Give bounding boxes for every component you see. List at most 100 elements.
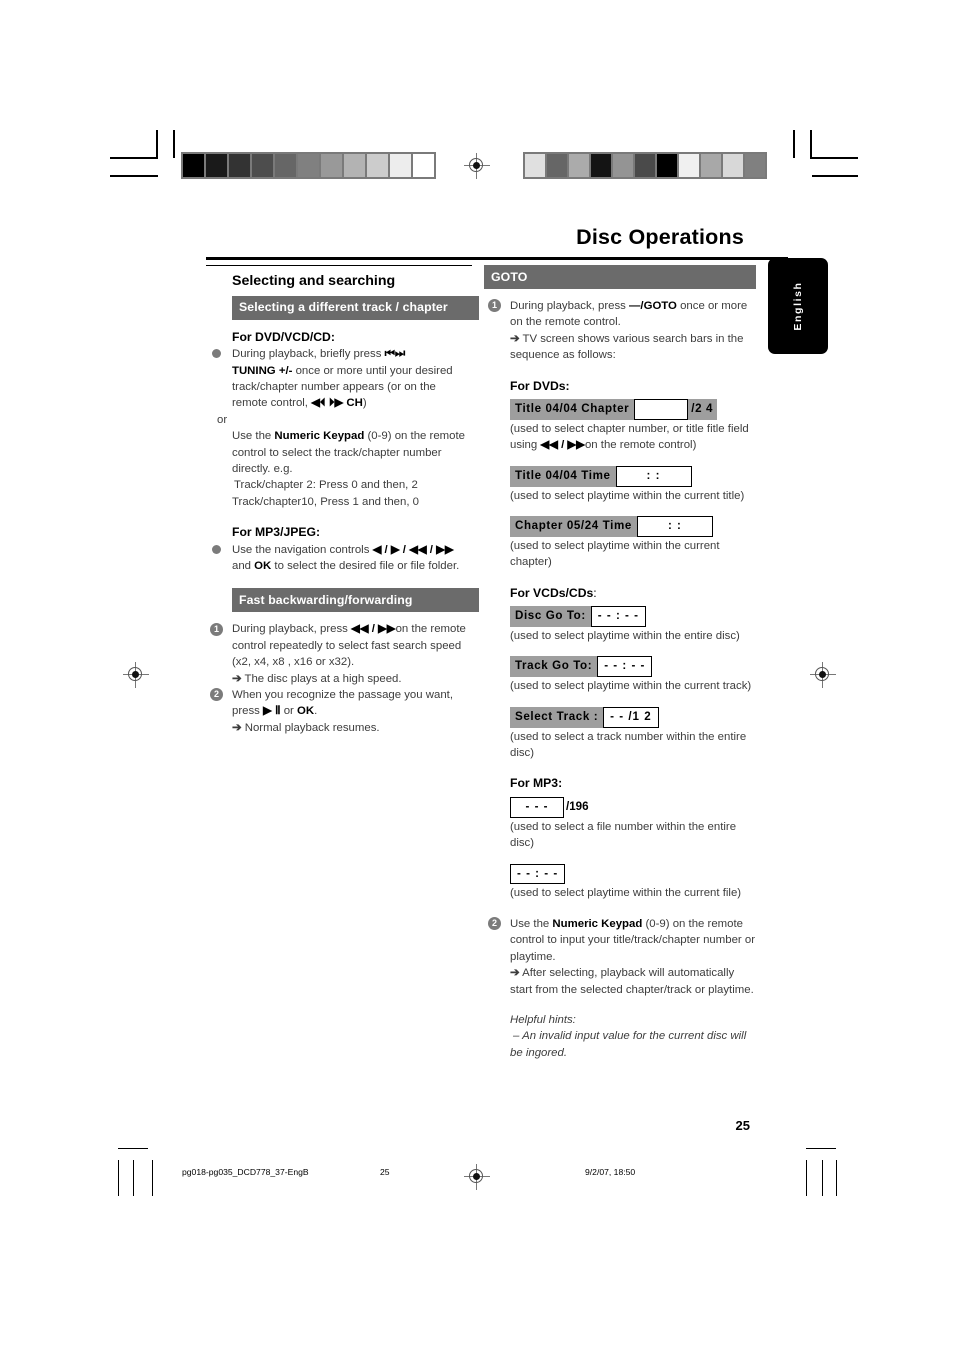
osd-total-chapters: /2 4 <box>688 398 718 420</box>
mp3-instruction-post: to select the desired file or file folde… <box>271 559 460 572</box>
fast-step2-mid: or <box>280 705 298 718</box>
dvd-instruction-lead: During playback, briefly press <box>232 348 385 361</box>
color-swatch-4 <box>275 154 296 177</box>
osd-input-mp3-time[interactable]: - - : - - <box>510 863 566 885</box>
osd-label-track-goto: Track Go To: <box>510 656 598 678</box>
hints-dash: – <box>513 1030 520 1043</box>
osd-note-select-track: (used to select a track number within th… <box>510 730 747 760</box>
fast-result-1: The disc plays at a high speed. <box>244 672 402 685</box>
language-tab-label: English <box>792 281 804 331</box>
step2-pre: Use the <box>510 917 553 930</box>
osd-input-disc-goto[interactable]: - - : - - <box>590 606 646 627</box>
fast-step1-pre: During playback, press <box>232 623 352 636</box>
color-swatch-8 <box>701 154 721 177</box>
osd-bar-disc-goto: Disc Go To: - - : - - <box>510 604 756 628</box>
color-swatch-1 <box>206 154 227 177</box>
goto-key-label: —/GOTO <box>629 299 677 312</box>
color-swatch-8 <box>367 154 388 177</box>
osd-bar-title-time: Title 04/04 Time : : <box>510 464 756 488</box>
osd-bar-mp3-time: - - : - - <box>510 862 756 886</box>
osd-total-mp3-files: /196 <box>566 800 589 814</box>
osd-input-track-goto[interactable]: - - : - - <box>597 656 653 678</box>
prev-next-track-icon: ⏮⏭ <box>384 348 406 361</box>
helpful-hints-block: Helpful hints: – An invalid input value … <box>510 1012 756 1061</box>
arrow-icon: ➔ <box>232 721 242 734</box>
osd-input-select-track[interactable]: - - /1 2 <box>603 706 659 728</box>
registration-mark-top <box>464 153 490 179</box>
osd-input-chapter[interactable] <box>634 398 689 420</box>
color-swatch-3 <box>252 154 273 177</box>
step2-result: After selecting, playback will automatic… <box>510 967 754 996</box>
goto-step1-pre: During playback, press <box>510 299 630 312</box>
footer-timestamp: 9/2/07, 18:50 <box>585 1167 636 1177</box>
fast-search-icon: ◀◀ / ▶▶ <box>540 439 585 452</box>
section-title-selecting-and-searching: Selecting and searching <box>232 273 396 290</box>
osd-input-title-time[interactable]: : : <box>615 465 692 487</box>
arrow-icon: ➔ <box>510 332 520 345</box>
subhead-for-mp3-jpeg: For MP3/JPEG: <box>232 525 321 540</box>
fast-search-icon: ◀◀ / ▶▶ <box>351 623 396 636</box>
color-swatch-10 <box>745 154 765 177</box>
dvd-or-connector: or <box>217 413 228 426</box>
list-item: 2 When you recognize the passage you wan… <box>206 687 472 736</box>
step-number-2-icon: 2 <box>210 688 223 702</box>
osd-label-select-track: Select Track : <box>510 706 604 728</box>
navigation-arrows-icon: ◀ / ▶ / ◀◀ / ▶▶ <box>372 543 454 556</box>
osd-bar-title-chapter: Title 04/04 Chapter /2 4 <box>510 397 756 421</box>
color-swatch-5 <box>635 154 655 177</box>
osd-bar-mp3-file: - - - /196 <box>510 795 756 819</box>
color-swatch-7 <box>679 154 699 177</box>
fast-result-2: Normal playback resumes. <box>244 721 380 734</box>
play-pause-icon: ▶ Ⅱ <box>263 705 281 718</box>
osd-label-chapter-time: Chapter 05/24 Time <box>510 515 637 537</box>
subsection-bar-goto: GOTO <box>484 265 756 289</box>
osd-bar-chapter-time: Chapter 05/24 Time : : <box>510 514 756 538</box>
subsection-bar-selecting-track-chapter: Selecting a different track / chapter <box>232 295 479 320</box>
registration-mark-right <box>810 662 836 688</box>
dvd-example-2: Track/chapter10, Press 1 and then, 0 <box>232 495 419 508</box>
color-calibration-bar-left <box>181 152 436 179</box>
color-swatch-0 <box>183 154 204 177</box>
osd-note-disc-goto: (used to select playtime within the enti… <box>510 630 740 642</box>
list-item: Use the navigation controls ◀ / ▶ / ◀◀ /… <box>206 542 472 575</box>
step-number-1-icon: 1 <box>210 622 223 636</box>
color-swatch-0 <box>525 154 545 177</box>
color-swatch-2 <box>569 154 589 177</box>
color-calibration-bar-right <box>523 152 767 179</box>
goto-result-1: TV screen shows various search bars in t… <box>510 332 744 362</box>
osd-label-title-time: Title 04/04 Time <box>510 465 616 487</box>
keypad-instruction-pre: Use the <box>232 430 275 443</box>
list-item: 1 During playback, press ◀◀ / ▶▶on the r… <box>206 621 472 687</box>
ok-key-label: OK <box>254 559 272 572</box>
list-item: During playback, briefly press ⏮⏭ TUNING… <box>206 346 472 510</box>
dvd-example-1: Track/chapter 2: Press 0 and then, 2 <box>234 479 418 492</box>
dvd-note1-post: on the remote control) <box>584 439 697 452</box>
osd-input-mp3-file[interactable]: - - - <box>510 796 564 818</box>
osd-note-mp3-time: (used to select playtime within the curr… <box>510 887 742 900</box>
list-item: 2 Use the Numeric Keypad (0-9) on the re… <box>484 916 756 998</box>
subhead-for-dvds: For DVDs: <box>510 378 570 393</box>
ok-key-label: OK <box>297 705 315 718</box>
helpful-hints-title: Helpful hints: <box>510 1013 576 1026</box>
registration-mark-bottom <box>464 1164 490 1190</box>
page-canvas: Disc Operations English Selecting and se… <box>0 0 954 1351</box>
subsection-bar-fast-backwarding-forwarding: Fast backwarding/forwarding <box>232 588 479 613</box>
step-number-1-icon: 1 <box>488 299 501 313</box>
color-swatch-7 <box>344 154 365 177</box>
footer-folio: 25 <box>380 1167 390 1177</box>
registration-mark-left <box>123 662 149 688</box>
tuning-key-label: TUNING +/- <box>232 364 293 377</box>
color-swatch-9 <box>723 154 743 177</box>
color-swatch-1 <box>547 154 567 177</box>
page-title: Disc Operations <box>576 225 744 249</box>
osd-note-mp3-file: (used to select a file number within the… <box>510 820 737 850</box>
color-swatch-10 <box>413 154 434 177</box>
osd-input-chapter-time[interactable]: : : <box>636 515 713 537</box>
numeric-keypad-label: Numeric Keypad <box>552 917 643 930</box>
numeric-keypad-label: Numeric Keypad <box>274 430 365 443</box>
left-column: Selecting and searching Selecting a diff… <box>206 265 479 736</box>
osd-note-track-goto: (used to select playtime within the curr… <box>510 680 752 693</box>
fast-step2-period: . <box>314 705 318 718</box>
right-column: GOTO 1 During playback, press —/GOTO onc… <box>484 265 756 1061</box>
osd-note-chapter-time: (used to select playtime within the curr… <box>510 539 720 569</box>
